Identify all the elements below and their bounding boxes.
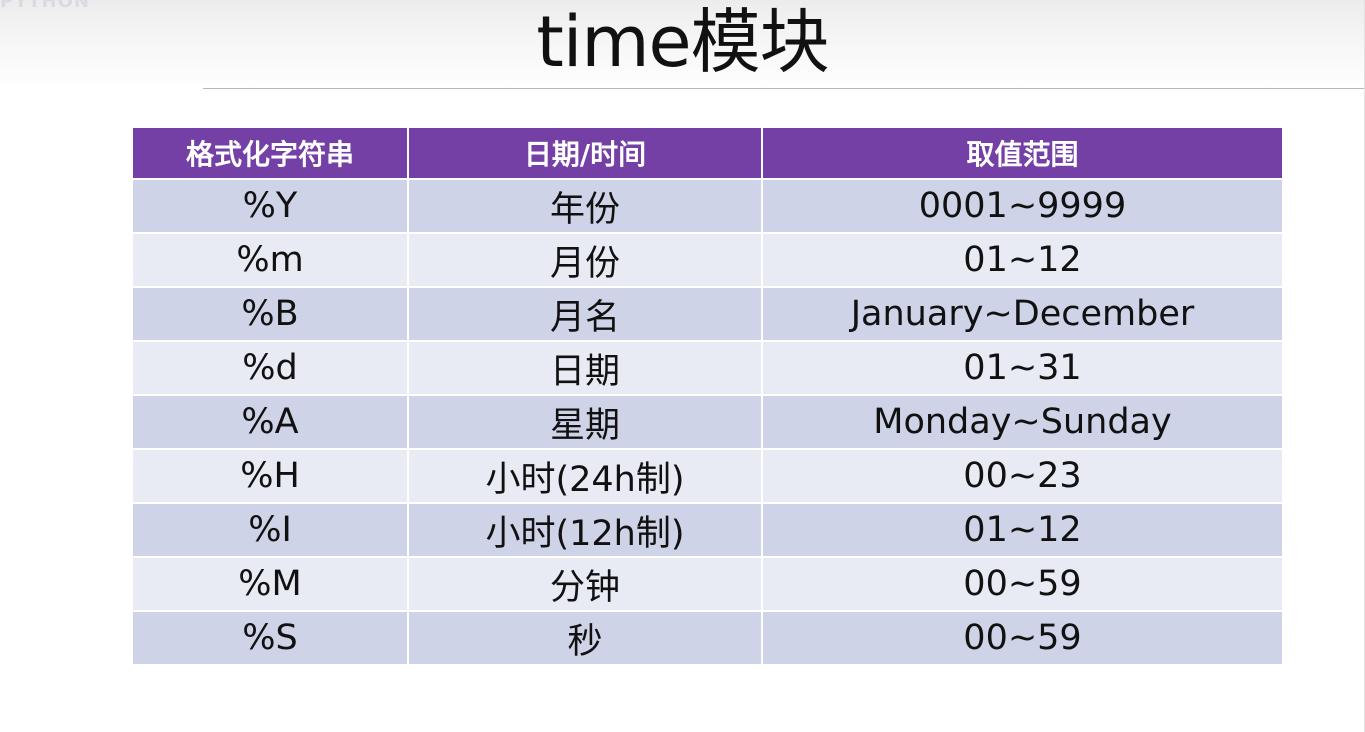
cell-format: %A: [131, 394, 409, 450]
page-title: time模块: [536, 1, 829, 83]
header-date-time: 日期/时间: [407, 126, 763, 180]
cell-range: 00~23: [761, 448, 1284, 504]
table-row: %Y 年份 0001~9999: [131, 178, 1284, 234]
table-row: %H 小时(24h制) 00~23: [131, 448, 1284, 504]
format-table: 格式化字符串 日期/时间 取值范围 %Y 年份 0001~9999 %m 月份 …: [131, 126, 1284, 666]
cell-range: 00~59: [761, 556, 1284, 612]
table-row: %A 星期 Monday~Sunday: [131, 394, 1284, 450]
cell-meaning: 日期: [407, 340, 763, 396]
cell-meaning: 星期: [407, 394, 763, 450]
cell-format: %S: [131, 610, 409, 666]
cell-format: %B: [131, 286, 409, 342]
cell-meaning: 分钟: [407, 556, 763, 612]
cell-range: Monday~Sunday: [761, 394, 1284, 450]
cell-format: %I: [131, 502, 409, 558]
table-row: %M 分钟 00~59: [131, 556, 1284, 612]
header-value-range: 取值范围: [761, 126, 1284, 180]
table-row: %I 小时(12h制) 01~12: [131, 502, 1284, 558]
title-divider: [203, 88, 1365, 89]
table-row: %d 日期 01~31: [131, 340, 1284, 396]
table-header-row: 格式化字符串 日期/时间 取值范围: [131, 126, 1284, 180]
cell-meaning: 秒: [407, 610, 763, 666]
cell-meaning: 小时(24h制): [407, 448, 763, 504]
cell-range: January~December: [761, 286, 1284, 342]
cell-range: 01~12: [761, 502, 1284, 558]
cell-format: %M: [131, 556, 409, 612]
cell-meaning: 小时(12h制): [407, 502, 763, 558]
cell-meaning: 月名: [407, 286, 763, 342]
table-row: %S 秒 00~59: [131, 610, 1284, 666]
cell-format: %H: [131, 448, 409, 504]
cell-format: %m: [131, 232, 409, 288]
cell-meaning: 年份: [407, 178, 763, 234]
cell-format: %Y: [131, 178, 409, 234]
cell-range: 01~31: [761, 340, 1284, 396]
cell-meaning: 月份: [407, 232, 763, 288]
cell-range: 0001~9999: [761, 178, 1284, 234]
cell-range: 00~59: [761, 610, 1284, 666]
cell-range: 01~12: [761, 232, 1284, 288]
table-row: %B 月名 January~December: [131, 286, 1284, 342]
table-row: %m 月份 01~12: [131, 232, 1284, 288]
header-format-string: 格式化字符串: [131, 126, 409, 180]
cell-format: %d: [131, 340, 409, 396]
